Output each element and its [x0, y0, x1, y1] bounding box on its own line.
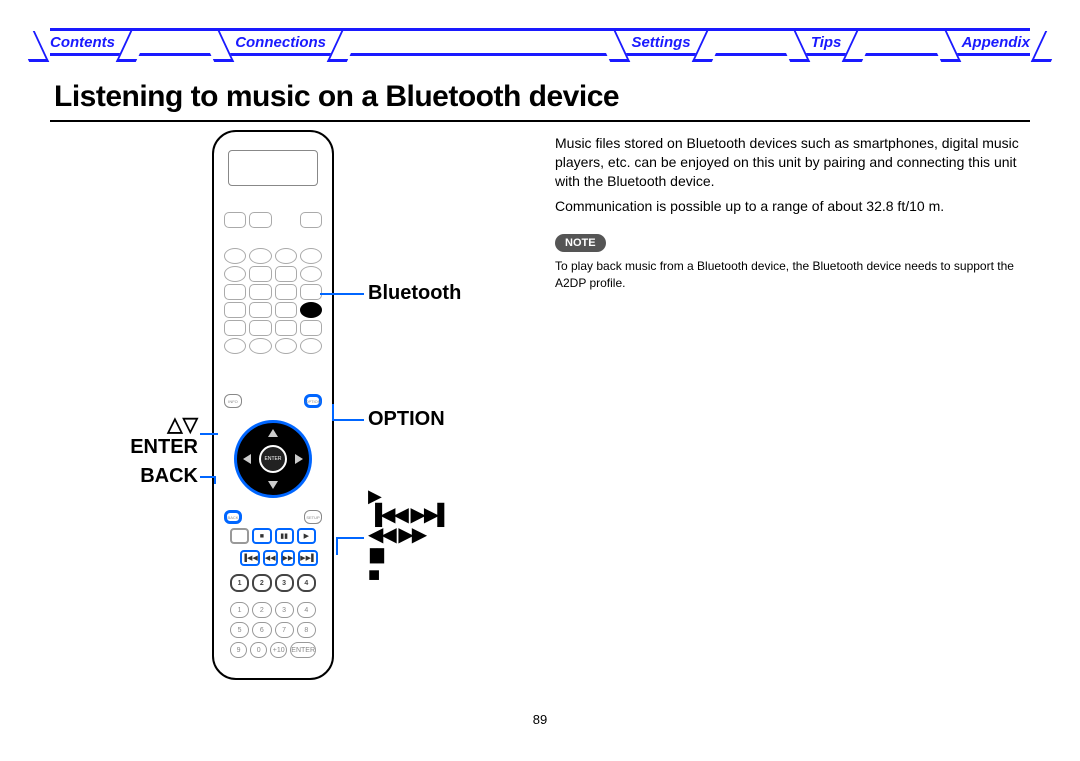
skip-icon: ▐◀◀ ▶▶▌: [368, 505, 449, 525]
dpad-ring: ENTER: [234, 420, 312, 498]
body-text: Music files stored on Bluetooth devices …: [555, 134, 1028, 297]
smart-1: 1: [230, 574, 249, 592]
callout-line-bluetooth: [320, 293, 364, 295]
key-4: 4: [297, 602, 316, 618]
ff-button: ▶▶: [281, 550, 296, 566]
nav-tab-tips[interactable]: Tips: [811, 34, 842, 51]
page-number: 89: [0, 712, 1080, 727]
setup-button: SETUP: [304, 510, 322, 524]
callout-updown: △▽: [120, 412, 198, 437]
keypad-row-1: 1 2 3 4: [230, 602, 316, 618]
rew-button: ◀◀: [263, 550, 278, 566]
callout-enter: ENTER: [120, 436, 198, 459]
keypad-row-3: 9 0 +10 ENTER: [230, 642, 316, 658]
smart-select-row: 1 2 3 4: [230, 574, 316, 592]
smart-3: 3: [275, 574, 294, 592]
callout-line-transport: [336, 537, 364, 539]
intro-paragraph-2: Communication is possible up to a range …: [555, 197, 1028, 216]
remote-illustration: INFO OPTION ENTER BACK SETUP ■ ▮▮ ▶ ▐◀◀ …: [212, 130, 334, 680]
callout-line-back: [200, 476, 214, 478]
note-badge: NOTE: [555, 234, 606, 253]
enter-button: ENTER: [259, 445, 287, 473]
key-9: 9: [230, 642, 247, 658]
bluetooth-button: [300, 302, 322, 318]
down-arrow-icon: [268, 481, 278, 489]
transport-row-2: ▐◀◀ ◀◀ ▶▶ ▶▶▌: [240, 550, 306, 566]
key-5: 5: [230, 622, 249, 638]
callout-option: OPTION: [368, 408, 445, 431]
key-plus10: +10: [270, 642, 287, 658]
option-button: OPTION: [304, 394, 322, 408]
remote-screen: [228, 150, 318, 186]
page-title: Listening to music on a Bluetooth device: [54, 80, 619, 114]
key-7: 7: [275, 622, 294, 638]
key-0: 0: [250, 642, 267, 658]
stop-icon: ■: [368, 565, 449, 585]
smart-2: 2: [252, 574, 271, 592]
home-button: [230, 528, 249, 544]
callout-line-enter: [200, 433, 218, 435]
callout-line-transport-v: [336, 537, 338, 555]
callout-line-option: [332, 419, 364, 421]
key-6: 6: [252, 622, 271, 638]
key-3: 3: [275, 602, 294, 618]
transport-row-1: ■ ▮▮ ▶: [230, 528, 316, 544]
back-button: BACK: [224, 510, 242, 524]
callout-line-back-v: [214, 476, 216, 484]
key-8: 8: [297, 622, 316, 638]
smart-4: 4: [297, 574, 316, 592]
nav-tab-settings[interactable]: Settings: [631, 34, 690, 51]
ffrw-icon: ◀◀ ▶▶: [368, 525, 449, 545]
title-rule: [50, 120, 1030, 122]
up-arrow-icon: [268, 429, 278, 437]
key-enter: ENTER: [290, 642, 316, 658]
nav-bar: Contents Connections Playback Settings T…: [50, 28, 1030, 56]
intro-paragraph-1: Music files stored on Bluetooth devices …: [555, 134, 1028, 191]
next-button: ▶▶▌: [298, 550, 318, 566]
prev-button: ▐◀◀: [240, 550, 260, 566]
play-button: ▶: [297, 528, 316, 544]
left-arrow-icon: [243, 454, 251, 464]
nav-tab-contents[interactable]: Contents: [50, 34, 115, 51]
right-arrow-icon: [295, 454, 303, 464]
callout-bluetooth: Bluetooth: [368, 282, 461, 305]
nav-tab-appendix[interactable]: Appendix: [962, 34, 1030, 51]
stop-button: ■: [252, 528, 271, 544]
cursor-pad: INFO OPTION ENTER BACK SETUP: [228, 412, 318, 506]
callout-line-option-v: [332, 404, 334, 420]
pause-icon: ▮▮: [368, 545, 449, 565]
remote-top-button-grid: [224, 194, 322, 354]
callout-back: BACK: [120, 465, 198, 488]
play-icon: ▶: [368, 487, 449, 505]
transport-symbol-callouts: ▶ ▐◀◀ ▶▶▌ ◀◀ ▶▶ ▮▮ ■: [368, 487, 449, 585]
pause-button: ▮▮: [275, 528, 294, 544]
key-2: 2: [252, 602, 271, 618]
nav-tab-connections[interactable]: Connections: [235, 34, 326, 51]
key-1: 1: [230, 602, 249, 618]
note-text: To play back music from a Bluetooth devi…: [555, 258, 1028, 290]
keypad-row-2: 5 6 7 8: [230, 622, 316, 638]
info-button: INFO: [224, 394, 242, 408]
